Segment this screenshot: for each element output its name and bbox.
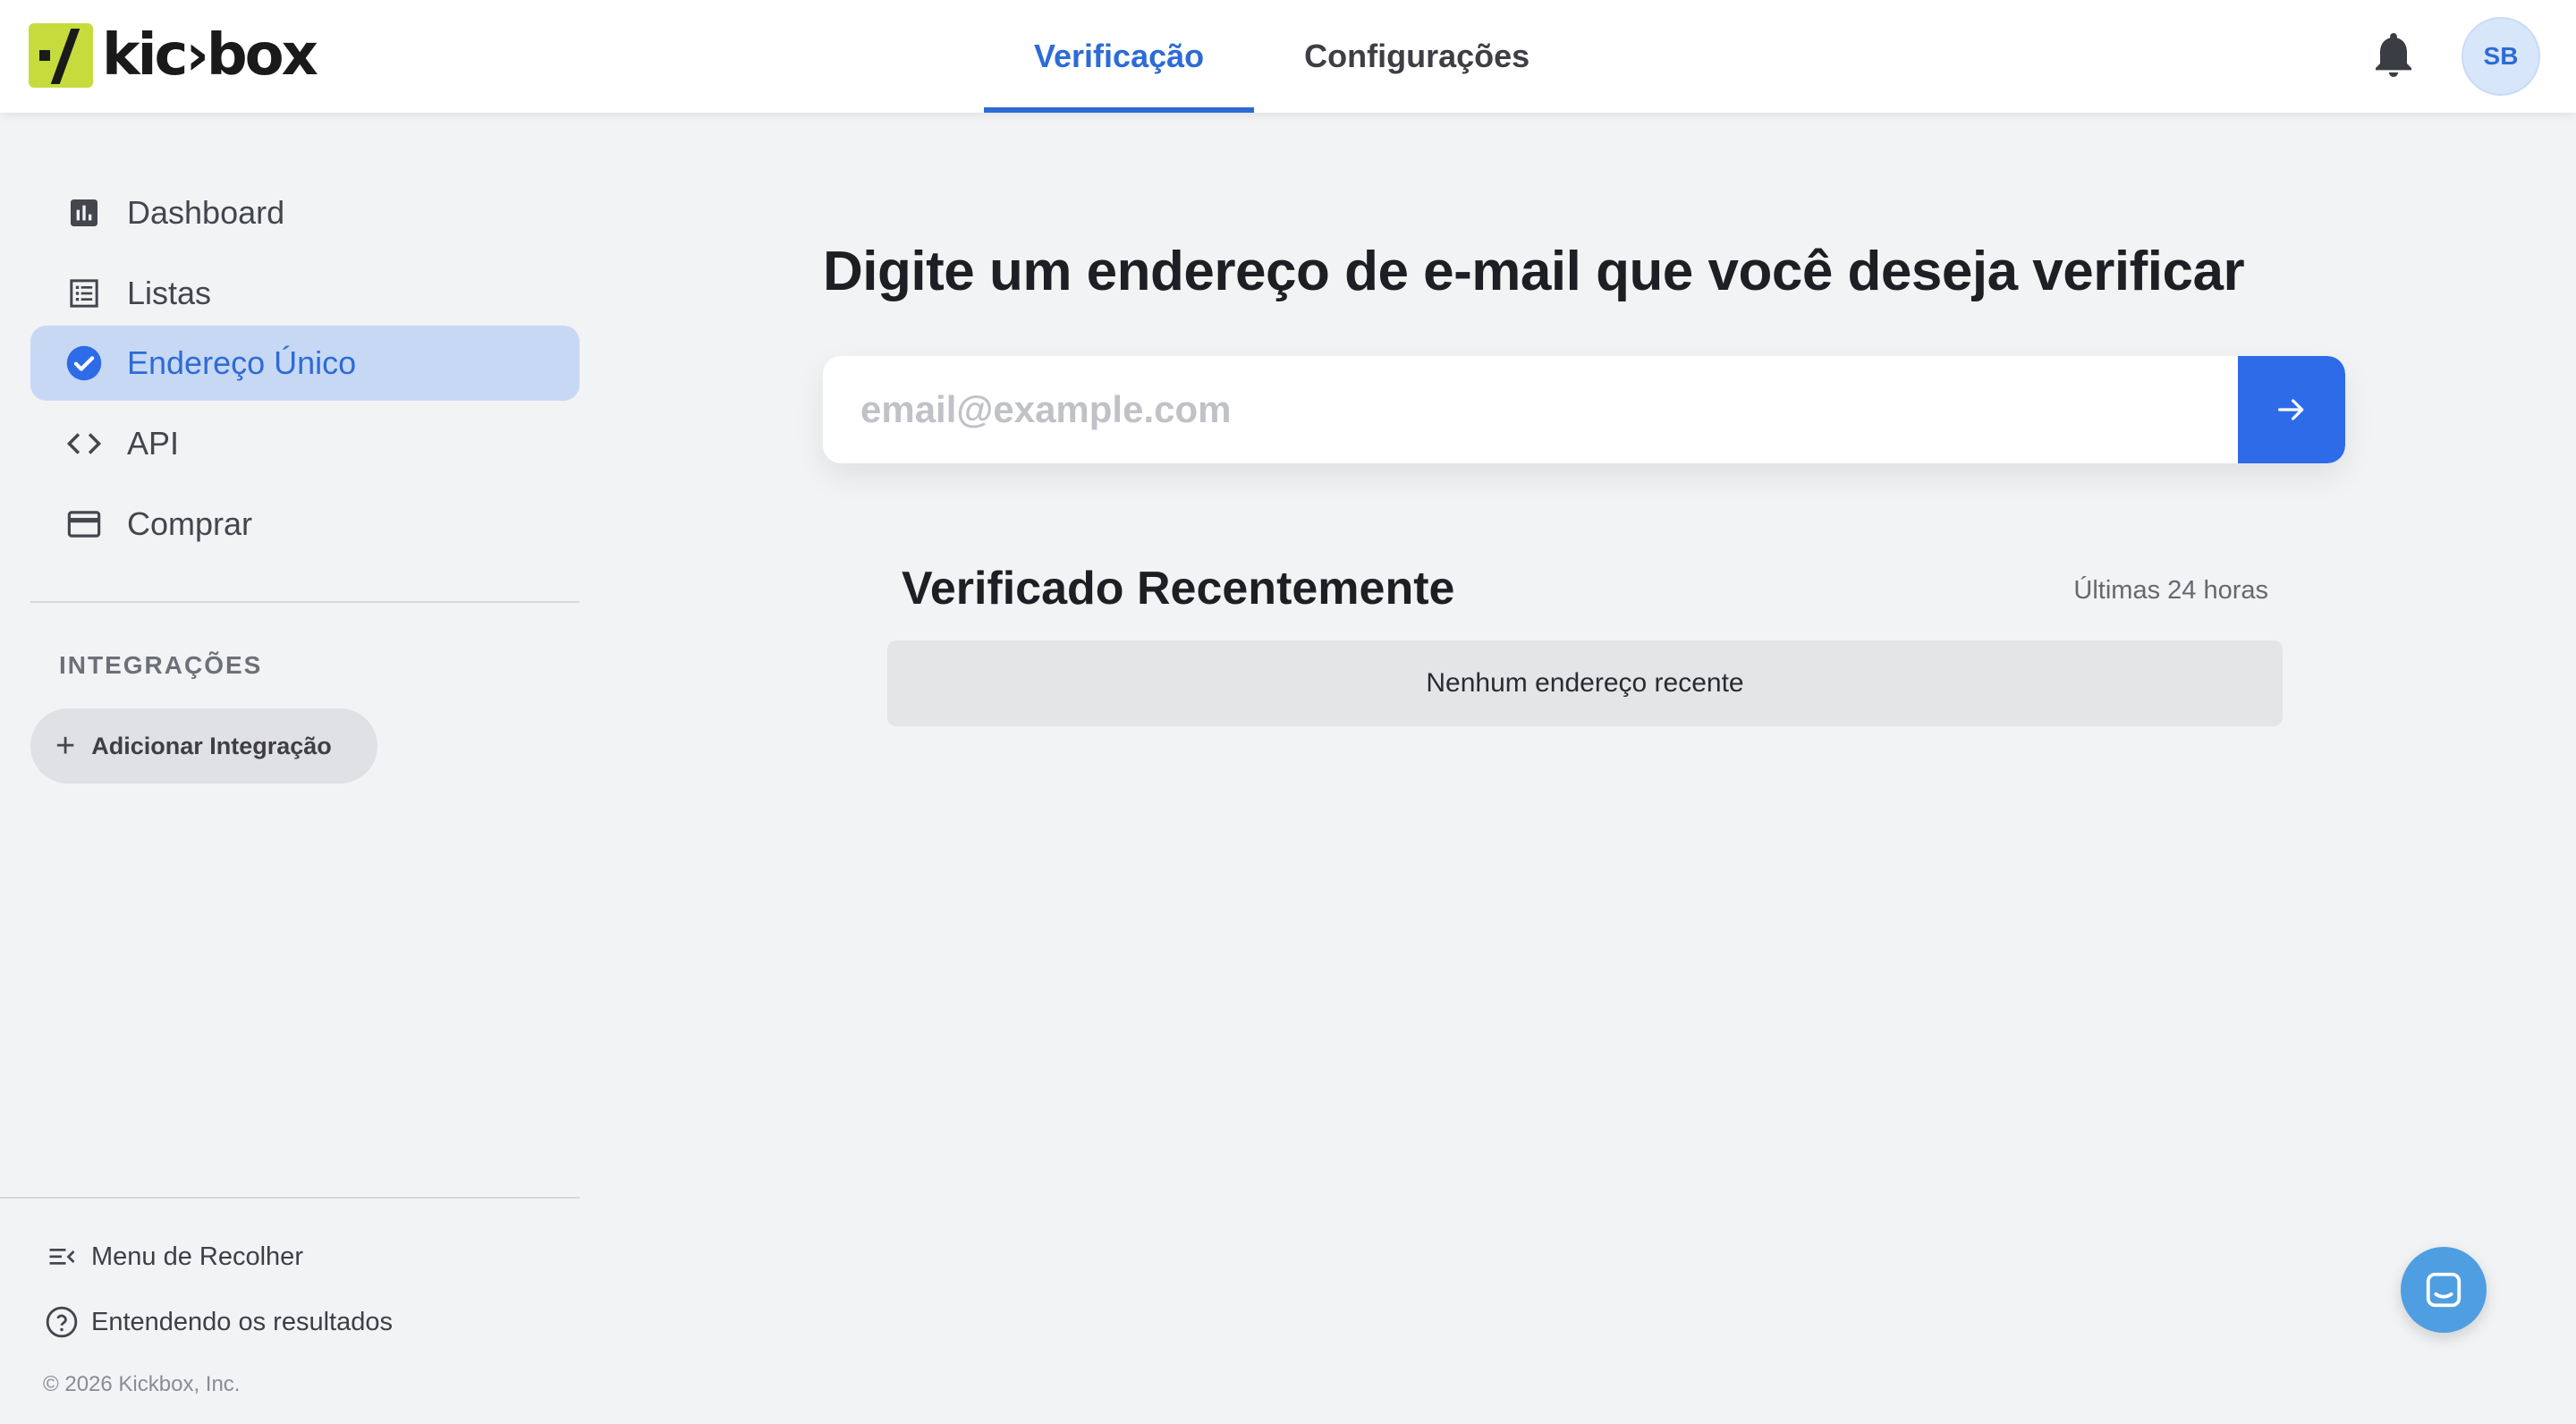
add-integration-label: Adicionar Integração (91, 732, 332, 759)
bar-chart-icon (64, 193, 104, 233)
code-icon (64, 424, 104, 463)
sidebar-item-api[interactable]: API (30, 406, 580, 481)
check-circle-icon (64, 343, 104, 383)
tab-configuracoes[interactable]: Configurações (1254, 0, 1580, 113)
understanding-results-label: Entendendo os resultados (91, 1307, 393, 1336)
recent-time-range: Últimas 24 horas (2073, 576, 2268, 605)
logo-text: kic›box (102, 22, 318, 89)
sidebar-item-listas[interactable]: Listas (30, 256, 580, 331)
understanding-results-link[interactable]: Entendendo os resultados (45, 1305, 393, 1339)
collapse-menu-link[interactable]: Menu de Recolher (45, 1240, 303, 1274)
recent-empty-state: Nenhum endereço recente (887, 640, 2283, 726)
page-title: Digite um endereço de e-mail que você de… (823, 241, 2245, 302)
collapse-menu-label: Menu de Recolher (91, 1242, 303, 1271)
plus-icon: + (55, 726, 76, 765)
chat-launcher-button[interactable] (2401, 1247, 2487, 1333)
user-avatar[interactable]: SB (2462, 17, 2540, 96)
sidebar-item-endereco-unico[interactable]: Endereço Único (30, 326, 580, 401)
sidebar-item-dashboard[interactable]: Dashboard (30, 175, 580, 250)
add-integration-button[interactable]: + Adicionar Integração (30, 708, 377, 784)
sidebar-item-label: API (127, 425, 180, 462)
sidebar-item-label: Endereço Único (127, 344, 357, 381)
credit-card-icon (64, 504, 104, 544)
copyright-text: © 2026 Kickbox, Inc. (43, 1372, 241, 1396)
recently-verified-heading: Verificado Recentemente (902, 563, 1455, 615)
sidebar-item-label: Comprar (127, 505, 253, 542)
logo-mark-icon (29, 23, 93, 88)
integrations-heading: INTEGRAÇÕES (59, 651, 263, 679)
empty-state-message: Nenhum endereço recente (1426, 668, 1744, 698)
sidebar-item-label: Dashboard (127, 194, 285, 231)
email-input[interactable] (823, 356, 2238, 463)
top-navigation-bar: kic›box Verificação Configurações SB (0, 0, 2576, 113)
notifications-bell-icon[interactable] (2372, 32, 2415, 79)
kickbox-logo[interactable]: kic›box (29, 22, 318, 89)
list-icon (64, 274, 104, 313)
sidebar-item-comprar[interactable]: Comprar (30, 487, 580, 562)
sidebar-footer-divider (0, 1197, 580, 1199)
help-circle-icon (45, 1305, 79, 1339)
arrow-right-icon (2278, 399, 2304, 420)
sidebar: Dashboard Listas Endereço Único API Comp… (0, 113, 580, 1424)
chat-icon (2426, 1272, 2462, 1308)
sidebar-item-label: Listas (127, 275, 212, 311)
tab-verificacao[interactable]: Verificação (984, 0, 1255, 113)
sidebar-divider (30, 601, 580, 603)
email-search-box (823, 356, 2345, 463)
main-tabs: Verificação Configurações (984, 0, 1580, 113)
verify-submit-button[interactable] (2238, 356, 2345, 463)
collapse-menu-icon (45, 1240, 79, 1274)
